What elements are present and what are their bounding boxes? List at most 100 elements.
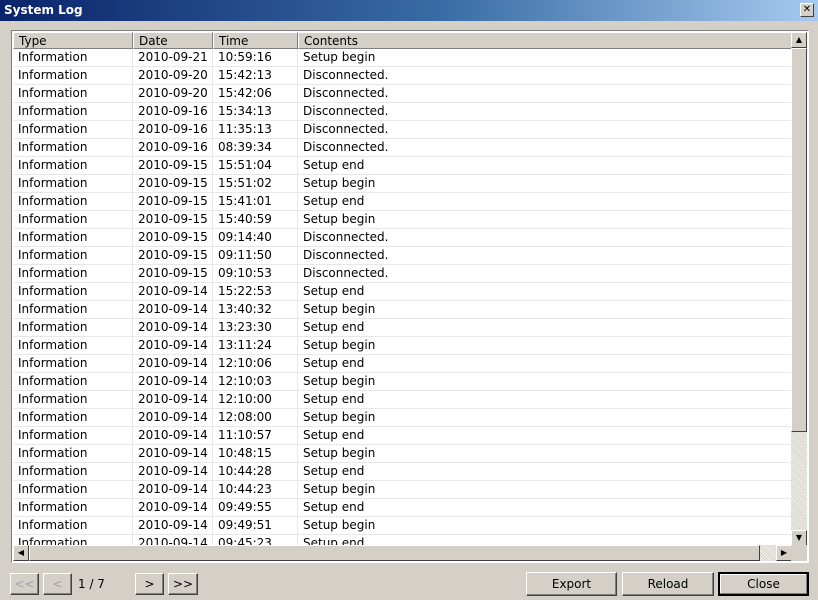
list-header: Type Date Time Contents: [13, 32, 792, 49]
row-type-cell: Information: [13, 337, 133, 355]
table-row[interactable]: Information 2010-09-14 12:10:00 Setup end: [13, 391, 792, 409]
row-time-cell: 15:42:13: [213, 67, 298, 85]
table-row[interactable]: Information 2010-09-20 15:42:06 Disconnecte…: [13, 85, 792, 103]
row-time-cell: 12:10:06: [213, 355, 298, 373]
row-contents-cell: Setup end: [303, 356, 365, 370]
table-row[interactable]: Information 2010-09-14 11:10:57 Setup end: [13, 427, 792, 445]
row-type-cell: Information: [13, 265, 133, 283]
row-contents-cell: Setup end: [303, 158, 365, 172]
table-row[interactable]: Information 2010-09-20 15:42:13 Disconnecte…: [13, 67, 792, 85]
vertical-scrollbar[interactable]: ▲ ▼: [791, 32, 807, 546]
table-row[interactable]: Information 2010-09-14 10:44:23 Setup begin: [13, 481, 792, 499]
table-row[interactable]: Information 2010-09-15 15:51:04 Setup end: [13, 157, 792, 175]
horizontal-scrollbar[interactable]: ◀ ▶: [13, 545, 792, 561]
row-time-cell: 10:48:15: [213, 445, 298, 463]
table-row[interactable]: Information 2010-09-16 11:35:13 Disconnecte…: [13, 121, 792, 139]
table-row[interactable]: Information 2010-09-15 15:40:59 Setup begin: [13, 211, 792, 229]
column-header-type[interactable]: Type: [13, 32, 133, 49]
table-row[interactable]: Information 2010-09-14 13:23:30 Setup end: [13, 319, 792, 337]
table-row[interactable]: Information 2010-09-21 10:59:16 Setup begin: [13, 49, 792, 67]
row-date-cell: 2010-09-16: [133, 139, 213, 157]
export-button[interactable]: Export: [526, 572, 617, 596]
row-contents-cell: Disconnected.: [303, 140, 389, 154]
row-time-cell: 10:44:28: [213, 463, 298, 481]
row-time-cell: 09:11:50: [213, 247, 298, 265]
table-row[interactable]: Information 2010-09-15 09:14:40 Disconnecte…: [13, 229, 792, 247]
row-contents-cell: Disconnected.: [303, 122, 389, 136]
table-row[interactable]: Information 2010-09-14 13:11:24 Setup begin: [13, 337, 792, 355]
row-date-cell: 2010-09-16: [133, 121, 213, 139]
row-contents-cell: Setup end: [303, 428, 365, 442]
scroll-down-icon[interactable]: ▼: [791, 530, 807, 546]
log-rows: Information 2010-09-21 10:59:16 Setup begin…: [13, 49, 792, 546]
row-time-cell: 13:40:32: [213, 301, 298, 319]
row-time-cell: 13:11:24: [213, 337, 298, 355]
scroll-right-icon[interactable]: ▶: [776, 545, 792, 561]
row-contents-cell: Setup end: [303, 284, 365, 298]
row-date-cell: 2010-09-14: [133, 481, 213, 499]
row-date-cell: 2010-09-15: [133, 157, 213, 175]
table-row[interactable]: Information 2010-09-14 15:22:53 Setup end: [13, 283, 792, 301]
table-row[interactable]: Information 2010-09-14 09:49:55 Setup end: [13, 499, 792, 517]
table-row[interactable]: Information 2010-09-15 15:51:02 Setup begin: [13, 175, 792, 193]
next-page-button[interactable]: >: [135, 573, 164, 595]
row-time-cell: 09:14:40: [213, 229, 298, 247]
last-page-button[interactable]: >>: [168, 573, 198, 595]
table-row[interactable]: Information 2010-09-15 09:10:53 Disconnecte…: [13, 265, 792, 283]
row-time-cell: 11:10:57: [213, 427, 298, 445]
prev-page-button[interactable]: <: [43, 573, 72, 595]
row-date-cell: 2010-09-15: [133, 229, 213, 247]
scrollbar-corner: [791, 545, 807, 561]
close-button[interactable]: Close: [718, 572, 809, 596]
table-row[interactable]: Information 2010-09-15 09:11:50 Disconnecte…: [13, 247, 792, 265]
table-row[interactable]: Information 2010-09-14 12:10:03 Setup begin: [13, 373, 792, 391]
table-row[interactable]: Information 2010-09-14 09:49:51 Setup begin: [13, 517, 792, 535]
column-header-time[interactable]: Time: [213, 32, 298, 49]
row-type-cell: Information: [13, 229, 133, 247]
row-contents-cell: Setup begin: [303, 50, 376, 64]
table-row[interactable]: Information 2010-09-14 10:44:28 Setup end: [13, 463, 792, 481]
first-page-button[interactable]: <<: [10, 573, 39, 595]
row-contents-cell: Setup begin: [303, 338, 376, 352]
row-date-cell: 2010-09-15: [133, 193, 213, 211]
row-time-cell: 10:59:16: [213, 49, 298, 67]
row-time-cell: 15:42:06: [213, 85, 298, 103]
log-list: Type Date Time Contents Information 2010-…: [11, 30, 809, 563]
column-header-contents[interactable]: Contents: [298, 32, 792, 49]
table-row[interactable]: Information 2010-09-16 08:39:34 Disconnecte…: [13, 139, 792, 157]
row-type-cell: Information: [13, 157, 133, 175]
row-time-cell: 15:51:02: [213, 175, 298, 193]
row-contents-cell: Setup end: [303, 464, 365, 478]
table-row[interactable]: Information 2010-09-14 12:08:00 Setup begin: [13, 409, 792, 427]
row-contents-cell: Setup begin: [303, 446, 376, 460]
close-icon[interactable]: ✕: [800, 3, 814, 17]
row-time-cell: 12:08:00: [213, 409, 298, 427]
row-contents-cell: Disconnected.: [303, 104, 389, 118]
row-type-cell: Information: [13, 463, 133, 481]
horizontal-scroll-thumb[interactable]: [29, 545, 760, 561]
row-contents-cell: Setup begin: [303, 410, 376, 424]
scroll-up-icon[interactable]: ▲: [791, 32, 807, 48]
row-date-cell: 2010-09-14: [133, 463, 213, 481]
table-row[interactable]: Information 2010-09-14 10:48:15 Setup begin: [13, 445, 792, 463]
row-date-cell: 2010-09-15: [133, 247, 213, 265]
row-type-cell: Information: [13, 103, 133, 121]
row-contents-cell: Disconnected.: [303, 86, 389, 100]
vertical-scroll-thumb[interactable]: [791, 48, 807, 432]
row-time-cell: 15:34:13: [213, 103, 298, 121]
row-contents-cell: Setup begin: [303, 176, 376, 190]
table-row[interactable]: Information 2010-09-14 12:10:06 Setup end: [13, 355, 792, 373]
row-type-cell: Information: [13, 355, 133, 373]
row-type-cell: Information: [13, 139, 133, 157]
table-row[interactable]: Information 2010-09-14 13:40:32 Setup begin: [13, 301, 792, 319]
reload-button[interactable]: Reload: [622, 572, 714, 596]
table-row[interactable]: Information 2010-09-16 15:34:13 Disconnecte…: [13, 103, 792, 121]
row-date-cell: 2010-09-15: [133, 211, 213, 229]
scroll-left-icon[interactable]: ◀: [13, 545, 29, 561]
row-type-cell: Information: [13, 175, 133, 193]
row-contents-cell: Disconnected.: [303, 230, 389, 244]
row-date-cell: 2010-09-20: [133, 67, 213, 85]
row-type-cell: Information: [13, 445, 133, 463]
table-row[interactable]: Information 2010-09-15 15:41:01 Setup end: [13, 193, 792, 211]
column-header-date[interactable]: Date: [133, 32, 213, 49]
